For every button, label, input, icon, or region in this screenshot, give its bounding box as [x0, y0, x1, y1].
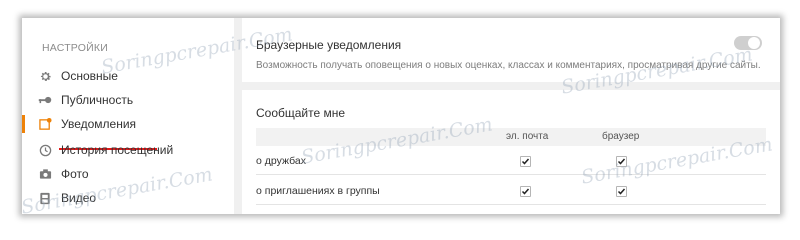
sidebar-title: НАСТРОЙКИ: [42, 42, 108, 54]
sidebar-item-label: Видео: [61, 191, 97, 205]
toggle-knob: [748, 37, 760, 49]
sidebar-item-main[interactable]: Основные: [22, 64, 234, 88]
column-header-browser: браузер: [602, 131, 640, 142]
table-header: эл. почта браузер: [256, 128, 766, 146]
browser-notifications-description: Возможность получать оповещения о новых …: [256, 60, 761, 71]
sidebar-item-label: Основные: [61, 69, 118, 83]
settings-window: НАСТРОЙКИ Основные Публичность Уведомлен…: [22, 18, 780, 214]
key-icon: [38, 93, 52, 107]
checkbox-group-invites-email[interactable]: [520, 186, 531, 197]
sidebar-item-photo[interactable]: Фото: [22, 162, 234, 186]
sidebar-item-label: Публичность: [61, 93, 134, 107]
sidebar-item-label: Уведомления: [61, 117, 137, 131]
row-label-friendships: о дружбах: [256, 155, 306, 167]
row-divider: [256, 204, 766, 205]
row-divider: [256, 174, 766, 175]
checkbox-friendships-email[interactable]: [520, 156, 531, 167]
notification-icon: [38, 117, 52, 131]
sidebar-item-label: Фото: [61, 167, 89, 181]
browser-notifications-title: Браузерные уведомления: [256, 38, 402, 52]
checkbox-group-invites-browser[interactable]: [616, 186, 627, 197]
browser-notifications-card: Браузерные уведомления Возможность получ…: [242, 18, 780, 82]
sidebar-item-notifications[interactable]: Уведомления: [22, 112, 234, 136]
camera-icon: [38, 167, 52, 181]
sidebar-item-publicity[interactable]: Публичность: [22, 88, 234, 112]
column-header-email: эл. почта: [506, 131, 549, 142]
video-icon: [38, 191, 52, 205]
history-icon: [38, 143, 52, 157]
sidebar-item-label: История посещений: [61, 143, 174, 157]
active-indicator: [22, 115, 25, 133]
browser-notifications-toggle[interactable]: [734, 36, 762, 50]
gear-icon: [38, 69, 52, 83]
row-label-group-invites: о приглашениях в группы: [256, 185, 380, 197]
notify-me-title: Сообщайте мне: [256, 106, 346, 120]
notify-me-card: Сообщайте мне эл. почта браузер о дружба…: [242, 90, 780, 214]
sidebar-item-history[interactable]: История посещений: [22, 138, 234, 162]
settings-sidebar: НАСТРОЙКИ Основные Публичность Уведомлен…: [22, 18, 234, 214]
sidebar-item-video[interactable]: Видео: [22, 186, 234, 210]
checkbox-friendships-browser[interactable]: [616, 156, 627, 167]
